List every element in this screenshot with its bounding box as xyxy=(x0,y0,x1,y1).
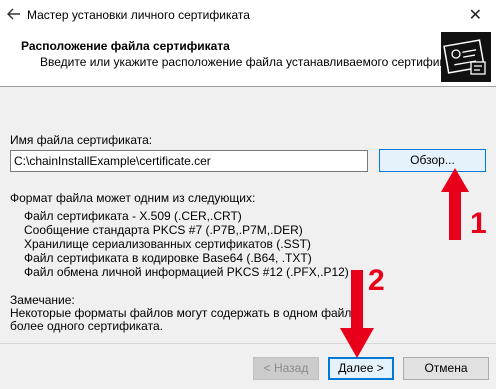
note-line: более одного сертификата. xyxy=(10,319,163,333)
back-arrow-icon[interactable] xyxy=(6,6,22,22)
note-title: Замечание: xyxy=(10,293,75,307)
annotation-arrow-up-icon xyxy=(441,168,469,240)
note-line: Некоторые форматы файлов могут содержать… xyxy=(10,306,359,320)
close-icon[interactable]: ✕ xyxy=(469,5,482,25)
formats-label: Формат файла может одним из следующих: xyxy=(10,191,256,205)
format-item: Хранилище сериализованных сертификатов (… xyxy=(24,237,311,251)
cancel-button[interactable]: Отмена xyxy=(403,357,489,380)
header-subtitle: Введите или укажите расположение файла у… xyxy=(40,55,464,69)
wizard-header: Расположение файла сертификата Введите и… xyxy=(0,30,496,87)
back-button[interactable]: < Назад xyxy=(253,357,319,380)
certificate-icon xyxy=(441,32,491,82)
title-bar: Мастер установки личного сертификата ✕ xyxy=(0,0,496,30)
header-title: Расположение файла сертификата xyxy=(21,39,230,53)
main-panel: Имя файла сертификата: C:\chainInstallEx… xyxy=(0,88,496,343)
next-button[interactable]: Далее > xyxy=(328,357,394,380)
file-name-input[interactable]: C:\chainInstallExample\certificate.cer xyxy=(10,150,368,172)
format-item: Файл обмена личной информацией PKCS #12 … xyxy=(24,265,349,279)
window-title: Мастер установки личного сертификата xyxy=(27,8,250,22)
footer-divider xyxy=(0,343,496,344)
annotation-number-1: 1 xyxy=(470,207,487,240)
file-name-label: Имя файла сертификата: xyxy=(10,133,153,147)
format-item: Файл сертификата в кодировке Base64 (.B6… xyxy=(24,251,312,265)
browse-button[interactable]: Обзор... xyxy=(379,149,486,172)
format-item: Файл сертификата - X.509 (.CER,.CRT) xyxy=(24,209,242,223)
format-item: Сообщение стандарта PKCS #7 (.P7B,.P7M,.… xyxy=(24,223,303,237)
annotation-number-2: 2 xyxy=(368,264,385,297)
